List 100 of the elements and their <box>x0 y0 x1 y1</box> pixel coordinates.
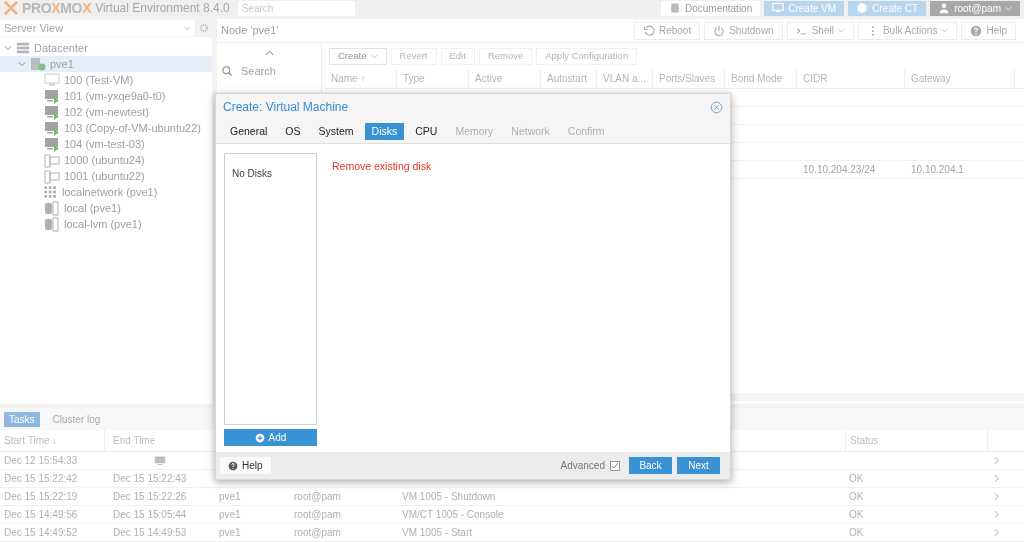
column-header[interactable]: Autostart <box>541 69 597 88</box>
tab[interactable]: General <box>223 123 275 140</box>
toolbar-button[interactable]: Shell <box>786 21 854 40</box>
table-cell: VM 1005 - Start <box>402 527 473 538</box>
user-menu-button[interactable]: root@pam <box>930 0 1020 16</box>
tree-item[interactable]: 102 (vm-newtest) <box>0 104 212 120</box>
tree-item[interactable]: 103 (Copy-of-VM-ubuntu22) <box>0 120 212 136</box>
table-cell: OK <box>849 473 864 484</box>
monitor-icon <box>44 120 60 136</box>
tree-item[interactable]: local (pve1) <box>0 200 212 216</box>
tree-item[interactable]: localnetwork (pve1) <box>0 184 212 200</box>
toolbar-button[interactable]: Help <box>961 21 1016 40</box>
toolbar-button[interactable]: Create <box>329 47 387 65</box>
caret-icon <box>184 25 191 31</box>
monitor-icon <box>44 72 60 88</box>
table-cell: Dec 15 15:22:19 <box>4 491 78 502</box>
nav-button[interactable]: Back <box>629 457 672 474</box>
tree-item[interactable]: local-lvm (pve1) <box>0 216 212 232</box>
toolbar-button[interactable]: Bulk Actions <box>857 21 958 40</box>
column-header[interactable]: Ports/Slaves <box>653 69 725 88</box>
table-cell: Dec 15 14:49:56 <box>4 509 78 520</box>
tree-item[interactable]: 1001 (ubuntu22) <box>0 168 212 184</box>
tree-item[interactable]: 101 (vm-yxqe9a0-t0) <box>0 88 212 104</box>
table-cell-text: 10.10.204.1 <box>911 163 964 177</box>
template-icon <box>44 152 60 168</box>
table-cell-text: Dec 15 15:22:43 <box>113 472 188 486</box>
table-cell: root@pam <box>294 491 341 502</box>
toolbar-button[interactable]: Reboot <box>633 21 701 40</box>
column-header[interactable]: Name ↑ <box>325 69 397 88</box>
empty-list-text: No Disks <box>232 168 272 179</box>
tree-item[interactable]: pve1 <box>0 56 212 72</box>
tab[interactable]: Cluster log <box>47 411 106 427</box>
nav-button[interactable]: Next <box>677 457 720 474</box>
tab[interactable]: Disks <box>364 123 405 140</box>
book-icon <box>668 2 681 14</box>
table-cell: pve1 <box>219 509 241 520</box>
table-cell-text: Dec 15 14:49:53 <box>113 526 188 540</box>
table-cell: pve1 <box>219 491 241 502</box>
tree-item[interactable]: Datacenter <box>0 40 212 56</box>
column-header[interactable]: Type <box>397 69 469 88</box>
caret-icon <box>1005 5 1012 11</box>
column-header[interactable]: Status <box>845 430 988 451</box>
settings-icon[interactable] <box>199 23 209 33</box>
table-cell-text: Dec 15 15:05:44 <box>113 508 188 522</box>
table-cell: Dec 15 15:22:42 <box>4 473 78 484</box>
template-icon <box>44 168 60 184</box>
dialog-title: Create: Virtual Machine <box>223 99 349 116</box>
column-header[interactable]: Gateway <box>905 69 1015 88</box>
close-icon[interactable] <box>710 100 723 114</box>
disk-list[interactable]: No Disks <box>224 153 317 425</box>
column-header[interactable]: CIDR <box>797 69 905 88</box>
help-icon <box>228 460 238 471</box>
view-select[interactable]: Server View <box>0 20 195 36</box>
search-icon <box>221 65 233 77</box>
product-version: Virtual Environment 8.4.0 <box>95 0 230 17</box>
tab[interactable]: System <box>311 123 361 140</box>
monitor-icon <box>44 88 60 104</box>
database-icon <box>44 200 60 216</box>
column-header[interactable]: VLAN a... <box>597 69 653 88</box>
column-header[interactable]: End Time <box>105 430 215 451</box>
collapse-icon[interactable] <box>264 50 274 56</box>
caret-icon <box>837 28 845 33</box>
tab[interactable]: OS <box>278 123 308 140</box>
toolbar-button[interactable]: Shutdown <box>704 21 783 40</box>
monitor-icon <box>44 104 60 120</box>
column-header[interactable]: Active <box>469 69 541 88</box>
tree-item[interactable]: 104 (vm-test-03) <box>0 136 212 152</box>
monitor-icon <box>772 2 785 14</box>
header-button[interactable]: Documentation <box>660 0 761 16</box>
power-icon <box>713 24 726 37</box>
table-cell: root@pam <box>294 509 341 520</box>
column-header[interactable]: Bond Mode <box>725 69 797 88</box>
tree-item[interactable]: 100 (Test-VM) <box>0 72 212 88</box>
tab[interactable]: CPU <box>408 123 445 140</box>
expander-icon[interactable] <box>4 44 12 52</box>
header-button[interactable]: Create VM <box>764 0 845 16</box>
table-cell-text: Dec 15 15:22:26 <box>113 490 188 504</box>
column-header[interactable]: Start Time ↓ <box>0 430 105 451</box>
database-icon <box>44 216 60 232</box>
table-cell: pve1 <box>219 527 241 538</box>
monitor-icon[interactable] <box>154 454 166 467</box>
expander-icon[interactable] <box>18 60 26 68</box>
user-icon <box>938 2 951 14</box>
header-button[interactable]: Create CT <box>848 0 927 16</box>
warning-text: Remove existing disk <box>332 159 432 174</box>
table-cell: Dec 15 14:49:52 <box>4 527 78 538</box>
add-button[interactable]: Add <box>224 429 317 446</box>
panel-title: Node 'pve1' <box>221 23 279 39</box>
server-icon <box>30 56 46 72</box>
table-cell: root@pam <box>294 527 341 538</box>
help-icon <box>970 24 983 37</box>
tree-item[interactable]: 1000 (ubuntu24) <box>0 152 212 168</box>
tab[interactable]: Tasks <box>4 411 40 427</box>
help-button[interactable]: Help <box>220 457 271 474</box>
nav-item[interactable]: Search <box>217 63 321 79</box>
advanced-label: Advanced <box>560 459 605 473</box>
advanced-checkbox[interactable] <box>610 460 620 471</box>
table-cell: OK <box>849 491 864 502</box>
table-cell: VM 1005 - Shutdown <box>402 491 496 502</box>
monitor-icon <box>44 136 60 152</box>
